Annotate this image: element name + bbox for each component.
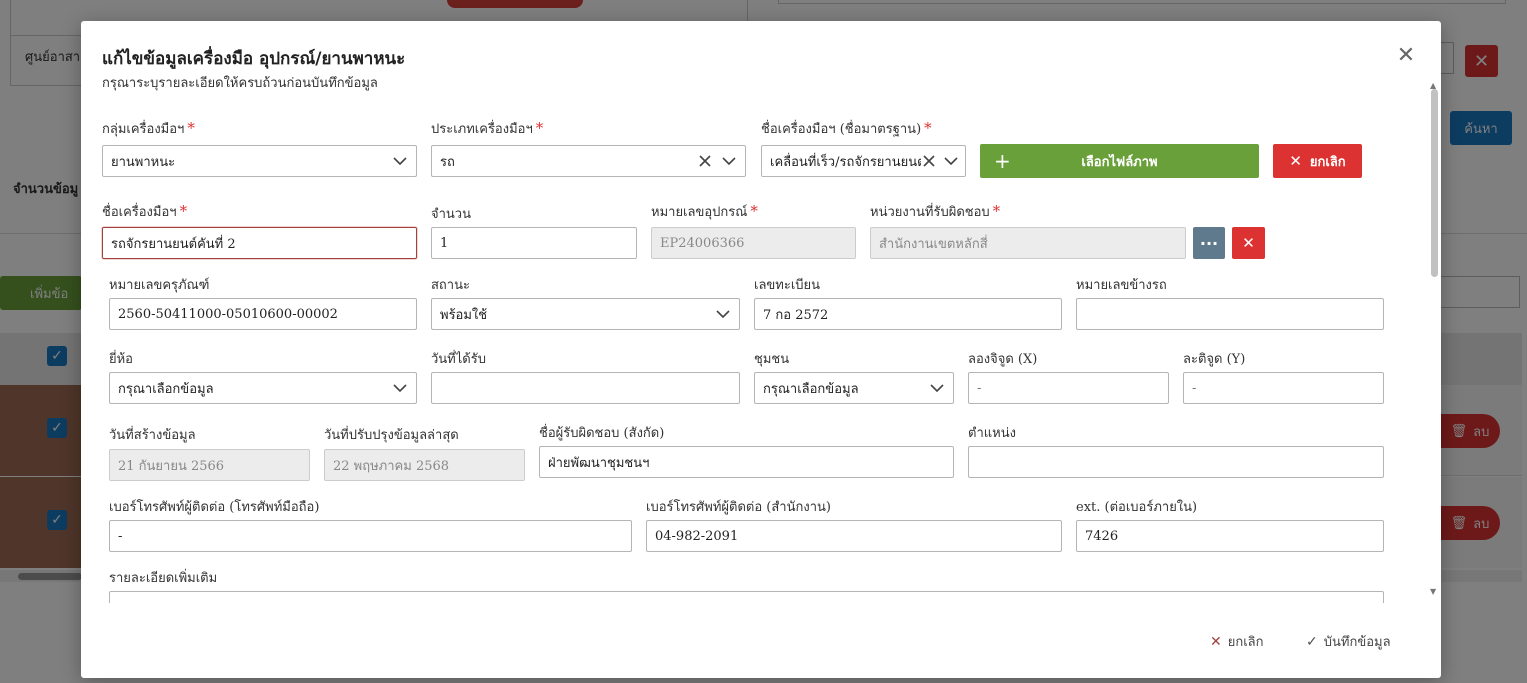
department-label: หน่วยงานที่รับผิดชอบ * xyxy=(870,202,1001,220)
responsible-input[interactable]: ฝ่ายพัฒนาชุมชนฯ xyxy=(539,446,954,478)
scroll-down-icon[interactable]: ▼ xyxy=(1430,587,1436,596)
chevron-down-icon xyxy=(929,380,945,396)
plate-label: เลขทะเบียน xyxy=(754,278,821,293)
clear-icon[interactable] xyxy=(697,153,713,169)
longitude-label: ลองจิจูด (X) xyxy=(968,352,1038,367)
chevron-down-icon xyxy=(392,380,408,396)
community-select[interactable]: กรุณาเลือกข้อมูล xyxy=(754,372,954,404)
status-select[interactable]: พร้อมใช้ xyxy=(431,298,740,330)
ext-input[interactable]: 7426 xyxy=(1076,520,1384,552)
position-label: ตำแหน่ง xyxy=(968,426,1016,441)
position-input[interactable] xyxy=(968,446,1384,478)
plus-icon: + xyxy=(994,149,1011,173)
status-label: สถานะ xyxy=(431,278,470,293)
asset-no-input[interactable]: 2560-50411000-05010600-00002 xyxy=(109,298,417,330)
plate-input[interactable]: 7 กอ 2572 xyxy=(754,298,1062,330)
quantity-input[interactable]: 1 xyxy=(431,227,637,259)
close-icon[interactable]: ✕ xyxy=(1395,45,1417,67)
modal-subtitle: กรุณาระบุรายละเอียดให้ครบถ้วนก่อนบันทึกข… xyxy=(102,76,378,91)
close-icon: ✕ xyxy=(1210,633,1222,650)
brand-select[interactable]: กรุณาเลือกข้อมูล xyxy=(109,372,417,404)
clear-department-button[interactable]: ✕ xyxy=(1232,227,1265,259)
type-select[interactable]: รถ xyxy=(431,145,746,177)
chevron-down-icon xyxy=(392,153,408,169)
check-icon: ✓ xyxy=(1306,633,1318,650)
name-label: ชื่อเครื่องมือฯ * xyxy=(102,202,188,220)
details-label: รายละเอียดเพิ่มเติม xyxy=(109,571,218,586)
equipment-no-label: หมายเลขอุปกรณ์ * xyxy=(651,202,758,220)
type-label: ประเภทเครื่องมือฯ * xyxy=(431,119,544,137)
updated-date-label: วันที่ปรับปรุงข้อมูลล่าสุด xyxy=(324,428,459,443)
quantity-label: จำนวน xyxy=(431,207,471,222)
chevron-down-icon xyxy=(943,153,959,169)
clear-icon[interactable] xyxy=(921,153,937,169)
longitude-input[interactable]: - xyxy=(968,372,1169,404)
community-label: ชุมชน xyxy=(754,352,790,367)
scrollbar-thumb[interactable] xyxy=(1431,89,1438,277)
created-date-input: 21 กันยายน 2566 xyxy=(109,449,310,481)
more-button[interactable]: ··· xyxy=(1193,227,1225,259)
office-phone-input[interactable]: 04-982-2091 xyxy=(646,520,1062,552)
department-input: สำนักงานเขตหลักสี่ xyxy=(870,227,1186,259)
latitude-label: ละติจูด (Y) xyxy=(1183,352,1246,367)
received-date-label: วันที่ได้รับ xyxy=(431,352,486,367)
details-textarea[interactable] xyxy=(109,591,1384,603)
edit-equipment-modal: แก้ไขข้อมูลเครื่องมือ อุปกรณ์/ยานพาหนะ ก… xyxy=(81,21,1441,678)
received-date-input[interactable] xyxy=(431,372,740,404)
side-no-label: หมายเลขข้างรถ xyxy=(1076,278,1167,293)
side-no-input[interactable] xyxy=(1076,298,1384,330)
choose-image-button[interactable]: + เลือกไฟล์ภาพ xyxy=(980,144,1259,178)
mobile-input[interactable]: - xyxy=(109,520,632,552)
latitude-input[interactable]: - xyxy=(1183,372,1384,404)
group-label: กลุ่มเครื่องมือฯ * xyxy=(102,119,195,137)
updated-date-input: 22 พฤษภาคม 2568 xyxy=(324,449,525,481)
responsible-label: ชื่อผู้รับผิดชอบ (สังกัด) xyxy=(539,426,665,441)
mobile-label: เบอร์โทรศัพท์ผู้ติดต่อ (โทรศัพท์มือถือ) xyxy=(109,500,320,515)
office-phone-label: เบอร์โทรศัพท์ผู้ติดต่อ (สำนักงาน) xyxy=(646,500,831,515)
close-icon: ✕ xyxy=(1289,152,1302,170)
asset-no-label: หมายเลขครุภัณฑ์ xyxy=(109,278,210,293)
chevron-down-icon xyxy=(721,153,737,169)
std-name-select[interactable]: เคลื่อนที่เร็ว/รถจักรยานยนต์ xyxy=(761,145,966,177)
ext-label: ext. (ต่อเบอร์ภายใน) xyxy=(1076,500,1198,515)
group-select[interactable]: ยานพาหนะ xyxy=(102,145,417,177)
footer-cancel-button[interactable]: ✕ ยกเลิก xyxy=(1210,631,1264,652)
equipment-no-input: EP24006366 xyxy=(651,227,856,259)
brand-label: ยี่ห้อ xyxy=(109,352,133,367)
name-input[interactable]: รถจักรยานยนต์คันที่ 2 xyxy=(102,227,417,259)
cancel-image-button[interactable]: ✕ ยกเลิก xyxy=(1273,144,1362,178)
footer-save-button[interactable]: ✓ บันทึกข้อมูล xyxy=(1306,631,1391,652)
created-date-label: วันที่สร้างข้อมูล xyxy=(109,428,196,443)
std-name-label: ชื่อเครื่องมือฯ (ชื่อมาตรฐาน) * xyxy=(761,119,932,137)
close-icon: ✕ xyxy=(1242,234,1255,252)
chevron-down-icon xyxy=(715,306,731,322)
modal-title: แก้ไขข้อมูลเครื่องมือ อุปกรณ์/ยานพาหนะ xyxy=(102,49,406,69)
